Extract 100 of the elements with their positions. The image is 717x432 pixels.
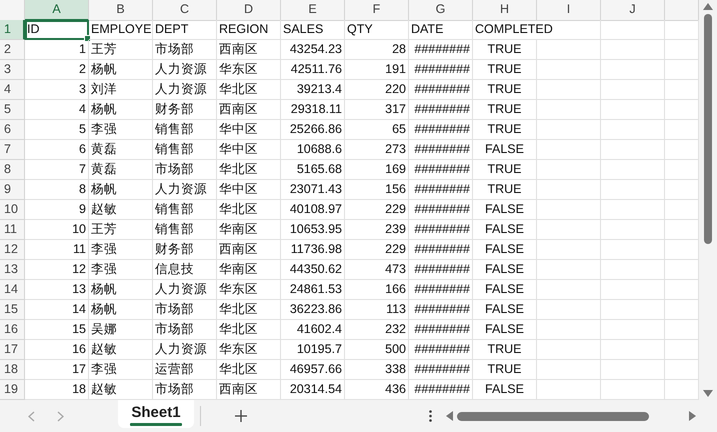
spreadsheet-cell[interactable]: 华东区 bbox=[217, 340, 281, 360]
spreadsheet-cell[interactable]: 220 bbox=[345, 80, 409, 100]
spreadsheet-cell[interactable]: FALSE bbox=[473, 240, 537, 260]
spreadsheet-cell[interactable]: 166 bbox=[345, 280, 409, 300]
spreadsheet-cell[interactable]: 7 bbox=[25, 160, 89, 180]
column-header[interactable]: F bbox=[345, 0, 409, 21]
spreadsheet-cell[interactable]: 吴娜 bbox=[89, 320, 153, 340]
empty-cell[interactable] bbox=[537, 60, 601, 80]
spreadsheet-cell[interactable]: TRUE bbox=[473, 180, 537, 200]
spreadsheet-cell[interactable]: FALSE bbox=[473, 280, 537, 300]
row-header[interactable]: 9 bbox=[0, 180, 25, 200]
scrollbar-thumb[interactable] bbox=[704, 14, 712, 244]
spreadsheet-cell[interactable]: 9 bbox=[25, 200, 89, 220]
empty-cell[interactable] bbox=[601, 220, 665, 240]
spreadsheet-cell[interactable]: ######## bbox=[409, 140, 473, 160]
more-options-icon[interactable] bbox=[429, 410, 432, 422]
empty-cell[interactable] bbox=[601, 200, 665, 220]
row-header[interactable]: 10 bbox=[0, 200, 25, 220]
empty-cell[interactable] bbox=[601, 100, 665, 120]
row-header[interactable]: 5 bbox=[0, 100, 25, 120]
empty-cell[interactable] bbox=[537, 260, 601, 280]
spreadsheet-cell[interactable]: TRUE bbox=[473, 120, 537, 140]
spreadsheet-cell[interactable]: FALSE bbox=[473, 220, 537, 240]
empty-cell[interactable] bbox=[537, 100, 601, 120]
spreadsheet-cell[interactable]: SALES bbox=[281, 20, 345, 40]
spreadsheet-cell[interactable]: TRUE bbox=[473, 80, 537, 100]
spreadsheet-cell[interactable]: 44350.62 bbox=[281, 260, 345, 280]
spreadsheet-cell[interactable]: ######## bbox=[409, 180, 473, 200]
spreadsheet-cell[interactable]: 人力资源 bbox=[153, 60, 217, 80]
row-header[interactable]: 12 bbox=[0, 240, 25, 260]
spreadsheet-cell[interactable]: 运营部 bbox=[153, 360, 217, 380]
spreadsheet-cell[interactable]: 华南区 bbox=[217, 260, 281, 280]
spreadsheet-cell[interactable]: 2 bbox=[25, 60, 89, 80]
column-header[interactable]: I bbox=[537, 0, 601, 21]
row-header[interactable]: 15 bbox=[0, 300, 25, 320]
spreadsheet-cell[interactable]: TRUE bbox=[473, 60, 537, 80]
spreadsheet-cell[interactable]: ######## bbox=[409, 60, 473, 80]
spreadsheet-cell[interactable]: 刘洋 bbox=[89, 80, 153, 100]
spreadsheet-cell[interactable]: ######## bbox=[409, 80, 473, 100]
spreadsheet-cell[interactable]: ID bbox=[25, 20, 89, 40]
spreadsheet-cell[interactable]: 赵敏 bbox=[89, 340, 153, 360]
row-header[interactable]: 16 bbox=[0, 320, 25, 340]
spreadsheet-cell[interactable]: 5165.68 bbox=[281, 160, 345, 180]
add-sheet-icon[interactable] bbox=[235, 410, 247, 422]
spreadsheet-cell[interactable]: 王芳 bbox=[89, 40, 153, 60]
spreadsheet-cell[interactable]: 156 bbox=[345, 180, 409, 200]
spreadsheet-cell[interactable]: REGION bbox=[217, 20, 281, 40]
spreadsheet-cell[interactable]: ######## bbox=[409, 160, 473, 180]
column-header[interactable]: H bbox=[473, 0, 537, 21]
spreadsheet-cell[interactable]: 市场部 bbox=[153, 160, 217, 180]
vertical-scrollbar[interactable] bbox=[699, 0, 717, 400]
spreadsheet-cell[interactable]: 16 bbox=[25, 340, 89, 360]
spreadsheet-cell[interactable]: EMPLOYE bbox=[89, 20, 153, 40]
empty-cell[interactable] bbox=[601, 40, 665, 60]
spreadsheet-cell[interactable]: 人力资源 bbox=[153, 80, 217, 100]
spreadsheet-cell[interactable]: 25266.86 bbox=[281, 120, 345, 140]
empty-cell[interactable] bbox=[601, 60, 665, 80]
spreadsheet-cell[interactable]: FALSE bbox=[473, 200, 537, 220]
spreadsheet-cell[interactable]: 华南区 bbox=[217, 220, 281, 240]
spreadsheet-cell[interactable]: 1 bbox=[25, 40, 89, 60]
spreadsheet-cell[interactable]: 10195.7 bbox=[281, 340, 345, 360]
spreadsheet-cell[interactable]: 华北区 bbox=[217, 360, 281, 380]
spreadsheet-cell[interactable]: 15 bbox=[25, 320, 89, 340]
spreadsheet-cell[interactable]: 229 bbox=[345, 240, 409, 260]
spreadsheet-cell[interactable]: TRUE bbox=[473, 160, 537, 180]
row-header[interactable]: 8 bbox=[0, 160, 25, 180]
row-header[interactable]: 2 bbox=[0, 40, 25, 60]
row-header[interactable]: 19 bbox=[0, 380, 25, 400]
spreadsheet-cell[interactable]: 43254.23 bbox=[281, 40, 345, 60]
spreadsheet-cell[interactable]: 10688.6 bbox=[281, 140, 345, 160]
spreadsheet-cell[interactable]: 华北区 bbox=[217, 320, 281, 340]
spreadsheet-cell[interactable]: ######## bbox=[409, 200, 473, 220]
spreadsheet-cell[interactable]: 17 bbox=[25, 360, 89, 380]
spreadsheet-cell[interactable]: ######## bbox=[409, 320, 473, 340]
spreadsheet-cell[interactable]: 29318.11 bbox=[281, 100, 345, 120]
spreadsheet-cell[interactable]: 36223.86 bbox=[281, 300, 345, 320]
row-header[interactable]: 11 bbox=[0, 220, 25, 240]
spreadsheet-cell[interactable]: COMPLETED bbox=[473, 20, 601, 40]
empty-cell[interactable] bbox=[537, 320, 601, 340]
spreadsheet-cell[interactable]: 169 bbox=[345, 160, 409, 180]
spreadsheet-cell[interactable]: 10 bbox=[25, 220, 89, 240]
spreadsheet-cell[interactable]: 华北区 bbox=[217, 200, 281, 220]
spreadsheet-cell[interactable]: 239 bbox=[345, 220, 409, 240]
spreadsheet-cell[interactable]: 500 bbox=[345, 340, 409, 360]
empty-cell[interactable] bbox=[537, 160, 601, 180]
right-chevron-icon[interactable] bbox=[57, 410, 64, 422]
spreadsheet-cell[interactable]: 王芳 bbox=[89, 220, 153, 240]
row-header[interactable]: 6 bbox=[0, 120, 25, 140]
spreadsheet-cell[interactable]: TRUE bbox=[473, 360, 537, 380]
spreadsheet-cell[interactable]: 华北区 bbox=[217, 160, 281, 180]
empty-cell[interactable] bbox=[537, 340, 601, 360]
spreadsheet-cell[interactable]: 黄磊 bbox=[89, 160, 153, 180]
spreadsheet-cell[interactable]: FALSE bbox=[473, 140, 537, 160]
empty-cell[interactable] bbox=[537, 360, 601, 380]
spreadsheet-cell[interactable]: 317 bbox=[345, 100, 409, 120]
empty-cell[interactable] bbox=[537, 180, 601, 200]
column-header[interactable]: B bbox=[89, 0, 153, 21]
spreadsheet-cell[interactable]: 华东区 bbox=[217, 60, 281, 80]
spreadsheet-cell[interactable]: 人力资源 bbox=[153, 180, 217, 200]
header-cell[interactable] bbox=[665, 0, 699, 21]
